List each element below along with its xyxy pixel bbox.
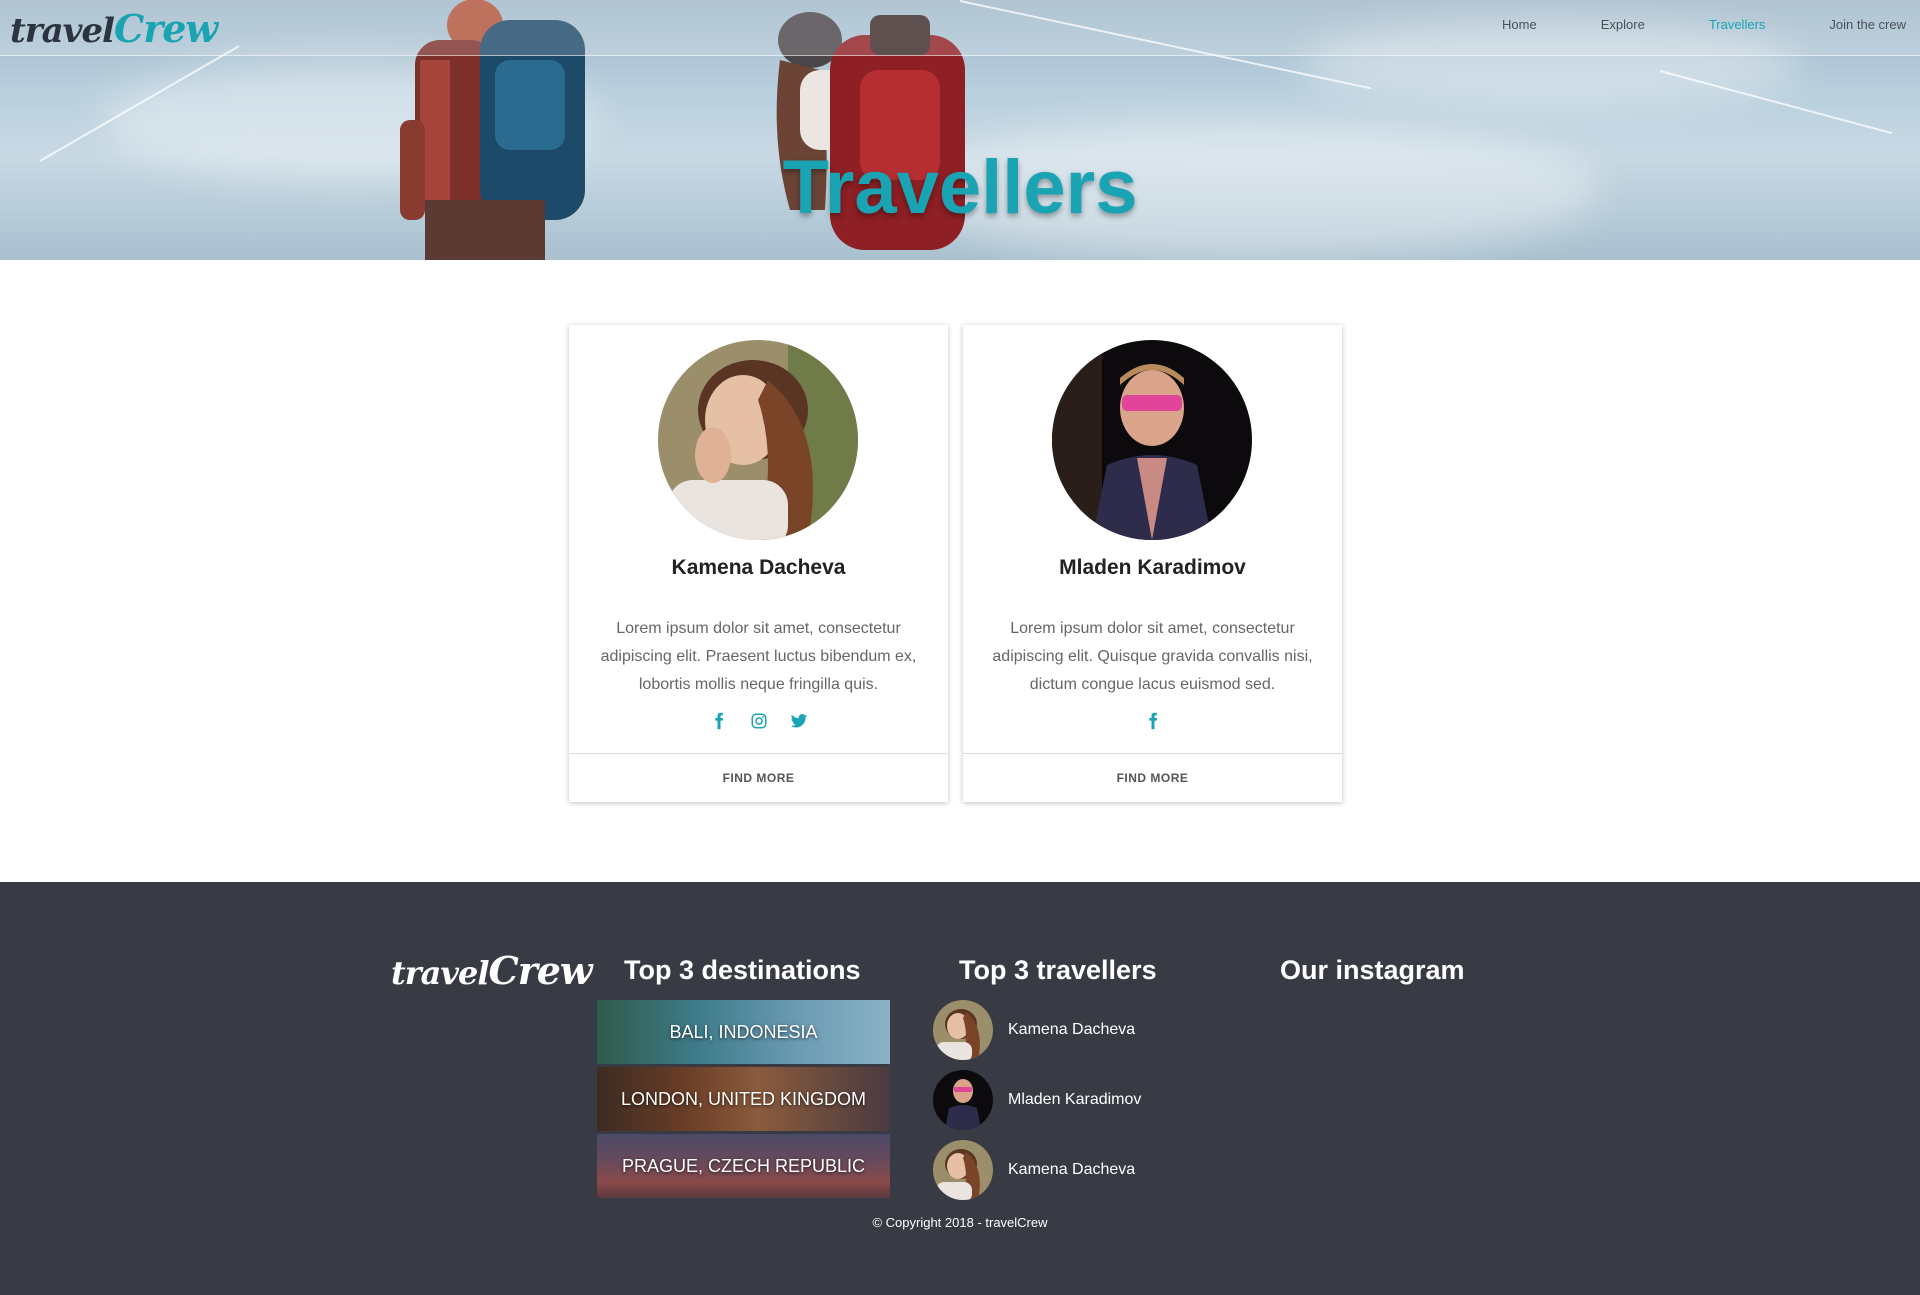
logo-text-crew: Crew xyxy=(113,6,218,51)
hero-banner: travelCrew Home Explore Travellers Join … xyxy=(0,0,1920,260)
destination-prague[interactable]: PRAGUE, CZECH REPUBLIC xyxy=(597,1134,890,1198)
traveller-name: Kamena Dacheva xyxy=(1008,1021,1136,1038)
nav-link-home[interactable]: Home xyxy=(1502,17,1537,32)
traveller-name: Mladen Karadimov xyxy=(1059,556,1246,579)
instagram-icon[interactable] xyxy=(750,712,768,730)
avatar xyxy=(1052,340,1252,540)
facebook-icon[interactable] xyxy=(1144,712,1162,730)
top-navbar: travelCrew Home Explore Travellers Join … xyxy=(0,0,1920,56)
top-traveller-item[interactable]: Mladen Karadimov xyxy=(933,1070,1141,1130)
traveller-bio: Lorem ipsum dolor sit amet, consectetur … xyxy=(992,620,1313,693)
find-more-button[interactable]: FIND MORE xyxy=(569,754,948,802)
social-links xyxy=(569,712,948,730)
destination-label: PRAGUE, CZECH REPUBLIC xyxy=(621,1155,866,1176)
find-more-button[interactable]: FIND MORE xyxy=(963,754,1342,802)
twitter-icon[interactable] xyxy=(790,712,808,730)
destinations-heading: Top 3 destinations xyxy=(624,955,861,985)
travellers-heading: Top 3 travellers xyxy=(959,955,1157,985)
copyright: © Copyright 2018 - travelCrew xyxy=(872,1215,1048,1230)
nav-link-join-the-crew[interactable]: Join the crew xyxy=(1829,17,1906,32)
avatar xyxy=(933,1000,993,1060)
nav-link-explore[interactable]: Explore xyxy=(1601,17,1645,32)
footer-logo[interactable]: travelCrew xyxy=(391,948,593,993)
logo-text-crew: Crew xyxy=(488,948,592,993)
traveller-card: Kamena Dacheva Lorem ipsum dolor sit ame… xyxy=(569,325,948,802)
top-traveller-item[interactable]: Kamena Dacheva xyxy=(933,1140,1135,1200)
traveller-name: Mladen Karadimov xyxy=(1008,1091,1142,1108)
logo-text-travel: travel xyxy=(10,11,115,51)
instagram-heading: Our instagram xyxy=(1280,955,1465,985)
nav-link-travellers[interactable]: Travellers xyxy=(1709,17,1766,32)
traveller-name: Kamena Dacheva xyxy=(1008,1161,1136,1178)
facebook-icon[interactable] xyxy=(710,712,728,730)
avatar xyxy=(933,1070,993,1130)
nav-links: Home Explore Travellers Join the crew xyxy=(1438,17,1906,32)
traveller-card: Mladen Karadimov Lorem ipsum dolor sit a… xyxy=(963,325,1342,802)
footer: travelCrew Top 3 destinations BALI, INDO… xyxy=(0,882,1920,1295)
destination-london[interactable]: LONDON, UNITED KINGDOM xyxy=(597,1067,890,1131)
traveller-name: Kamena Dacheva xyxy=(671,556,846,579)
social-links xyxy=(963,712,1342,730)
destination-label: BALI, INDONESIA xyxy=(669,1021,818,1042)
traveller-bio: Lorem ipsum dolor sit amet, consectetur … xyxy=(600,620,917,693)
destination-label: LONDON, UNITED KINGDOM xyxy=(620,1088,866,1109)
avatar xyxy=(933,1140,993,1200)
logo-text-travel: travel xyxy=(391,954,489,992)
site-logo[interactable]: travelCrew xyxy=(10,6,218,51)
destination-bali[interactable]: BALI, INDONESIA xyxy=(597,1000,890,1064)
avatar xyxy=(658,340,858,540)
page-title: Travellers xyxy=(782,145,1138,230)
traveller-cards: Kamena Dacheva Lorem ipsum dolor sit ame… xyxy=(569,325,1342,802)
top-traveller-item[interactable]: Kamena Dacheva xyxy=(933,1000,1135,1060)
